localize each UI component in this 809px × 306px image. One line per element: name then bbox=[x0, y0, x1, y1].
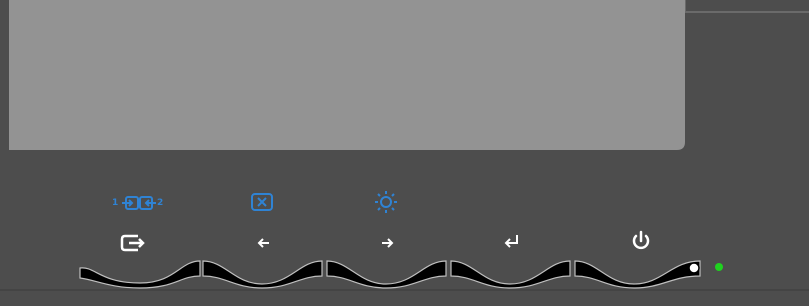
enter-icon bbox=[504, 235, 518, 248]
screen-panel bbox=[9, 0, 685, 150]
input-two-label: 2 bbox=[157, 198, 164, 208]
power-led bbox=[715, 263, 723, 271]
power-icon bbox=[632, 230, 650, 250]
auto-adjust-icon bbox=[251, 193, 273, 211]
arrow-left-icon bbox=[257, 238, 269, 248]
brightness-icon bbox=[375, 191, 397, 213]
bezel-artwork bbox=[0, 0, 809, 291]
power-button-indicator bbox=[688, 262, 700, 274]
input-switch-icon bbox=[122, 196, 156, 210]
button-enter[interactable] bbox=[450, 260, 571, 289]
button-input[interactable] bbox=[79, 260, 201, 289]
button-strip bbox=[79, 260, 701, 289]
input-source-icon bbox=[120, 234, 145, 252]
monitor-bezel: 1 2 bbox=[0, 0, 809, 306]
bezel-edge bbox=[684, 0, 809, 13]
arrow-right-icon bbox=[382, 238, 394, 248]
button-power[interactable] bbox=[574, 260, 701, 289]
button-right[interactable] bbox=[326, 260, 447, 289]
input-one-label: 1 bbox=[112, 198, 119, 208]
button-left[interactable] bbox=[202, 260, 323, 289]
